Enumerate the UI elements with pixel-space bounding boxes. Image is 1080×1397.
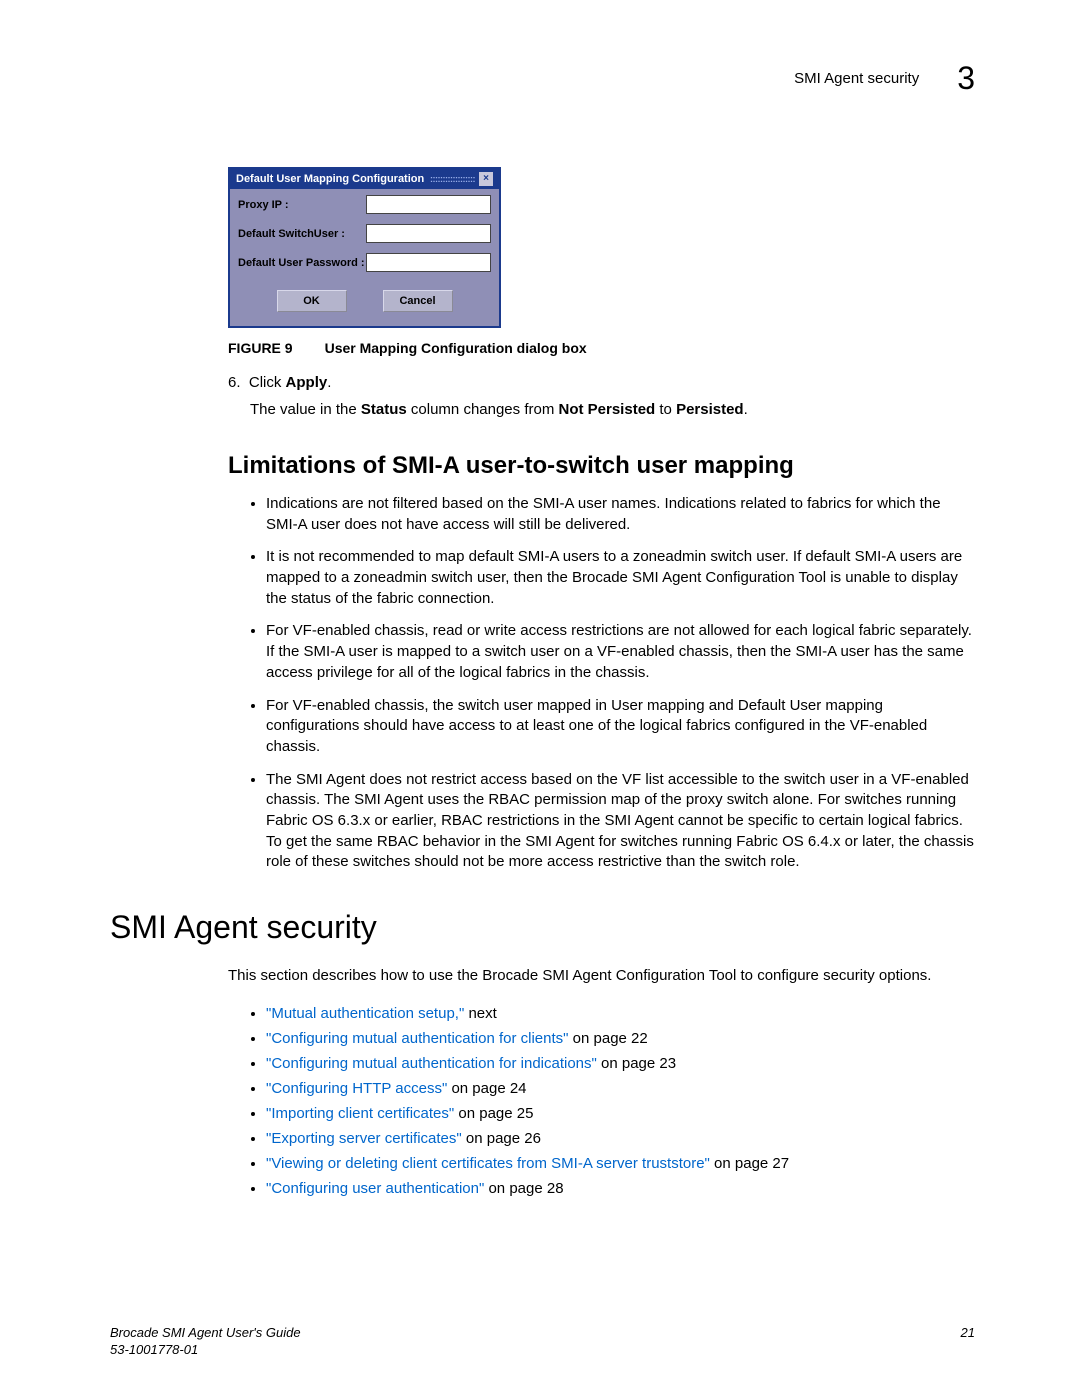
page-header: SMI Agent security 3 xyxy=(110,60,975,97)
dialog-row: Default SwitchUser : xyxy=(238,224,491,243)
proxy-ip-label: Proxy IP : xyxy=(238,199,366,211)
xref-link[interactable]: "Importing client certificates" xyxy=(266,1105,454,1122)
chapter-number: 3 xyxy=(957,60,975,97)
list-item: "Configuring mutual authentication for i… xyxy=(266,1055,975,1072)
list-item: "Configuring mutual authentication for c… xyxy=(266,1030,975,1047)
list-item: "Mutual authentication setup," next xyxy=(266,1005,975,1022)
xref-link[interactable]: "Exporting server certificates" xyxy=(266,1130,462,1147)
dialog-row: Proxy IP : xyxy=(238,195,491,214)
xref-link[interactable]: "Viewing or deleting client certificates… xyxy=(266,1155,710,1172)
list-item: It is not recommended to map default SMI… xyxy=(266,547,975,609)
footer-page-number: 21 xyxy=(961,1325,975,1359)
xref-link[interactable]: "Configuring user authentication" xyxy=(266,1180,484,1197)
list-item: For VF-enabled chassis, the switch user … xyxy=(266,696,975,758)
list-item: The SMI Agent does not restrict access b… xyxy=(266,770,975,873)
dialog-titlebar: Default User Mapping Configuration :::::… xyxy=(230,169,499,189)
ok-button[interactable]: OK xyxy=(277,290,347,312)
dialog-figure: Default User Mapping Configuration :::::… xyxy=(228,167,975,328)
default-password-input[interactable] xyxy=(366,253,491,272)
step-note: The value in the Status column changes f… xyxy=(250,401,975,418)
dialog-title-text: Default User Mapping Configuration xyxy=(236,173,424,185)
cancel-button[interactable]: Cancel xyxy=(383,290,453,312)
xref-link[interactable]: "Configuring HTTP access" xyxy=(266,1080,447,1097)
header-title: SMI Agent security xyxy=(794,70,919,87)
xref-link[interactable]: "Configuring mutual authentication for c… xyxy=(266,1030,568,1047)
limitations-heading: Limitations of SMI-A user-to-switch user… xyxy=(228,452,975,480)
default-password-label: Default User Password : xyxy=(238,257,366,269)
figure-caption: FIGURE 9 User Mapping Configuration dialo… xyxy=(228,340,975,356)
list-item: "Exporting server certificates" on page … xyxy=(266,1130,975,1147)
dialog-row: Default User Password : xyxy=(238,253,491,272)
section-intro: This section describes how to use the Br… xyxy=(228,966,975,987)
list-item: "Importing client certificates" on page … xyxy=(266,1105,975,1122)
default-switchuser-input[interactable] xyxy=(366,224,491,243)
footer-guide-title: Brocade SMI Agent User's Guide xyxy=(110,1325,301,1342)
page-footer: Brocade SMI Agent User's Guide 53-100177… xyxy=(110,1325,975,1359)
xref-link[interactable]: "Configuring mutual authentication for i… xyxy=(266,1055,597,1072)
section-heading: SMI Agent security xyxy=(110,909,975,946)
figure-label: FIGURE 9 xyxy=(228,340,293,356)
user-mapping-dialog: Default User Mapping Configuration :::::… xyxy=(228,167,501,328)
default-switchuser-label: Default SwitchUser : xyxy=(238,228,366,240)
list-item: "Viewing or deleting client certificates… xyxy=(266,1155,975,1172)
xref-link[interactable]: "Mutual authentication setup," xyxy=(266,1005,464,1022)
list-item: For VF-enabled chassis, read or write ac… xyxy=(266,621,975,683)
close-icon[interactable]: × xyxy=(479,172,493,186)
list-item: "Configuring HTTP access" on page 24 xyxy=(266,1080,975,1097)
limitations-list: Indications are not filtered based on th… xyxy=(266,494,975,873)
list-item: Indications are not filtered based on th… xyxy=(266,494,975,535)
step-6: 6. Click Apply. xyxy=(228,374,975,391)
links-list: "Mutual authentication setup," next "Con… xyxy=(266,1005,975,1197)
titlebar-pattern: :::::::::::::::::: xyxy=(424,174,479,184)
footer-docnum: 53-1001778-01 xyxy=(110,1342,301,1359)
list-item: "Configuring user authentication" on pag… xyxy=(266,1180,975,1197)
proxy-ip-input[interactable] xyxy=(366,195,491,214)
figure-caption-text: User Mapping Configuration dialog box xyxy=(325,340,587,356)
